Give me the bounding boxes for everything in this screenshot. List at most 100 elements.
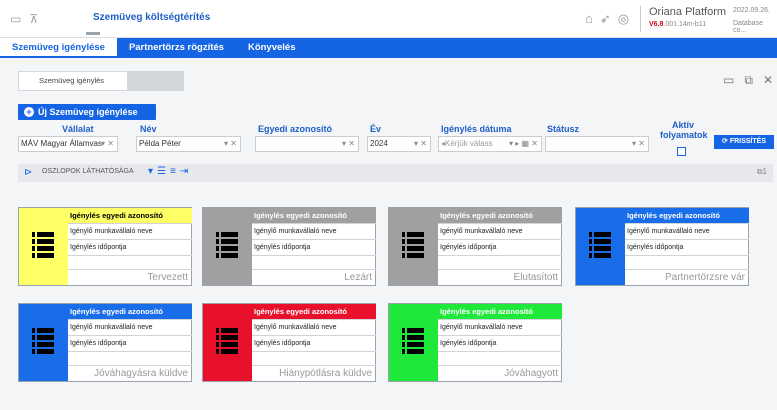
- top-left-icons: ▭ ⊼: [10, 12, 38, 26]
- top-bar: ▭ ⊼ Szemüveg költségtérítés ⌂ ➶ ◎ Oriana…: [0, 0, 777, 38]
- vallalat-select[interactable]: MÁV Magyar Államvas ▾ ✕: [18, 136, 118, 152]
- card-color-panel: [389, 304, 438, 381]
- refresh-label: FRISSÍTÉS: [729, 138, 766, 145]
- card-status: Tervezett: [68, 269, 192, 285]
- new-request-button[interactable]: + Új Szemüveg igénylése: [18, 104, 156, 120]
- copy-count-value: 1: [762, 167, 767, 176]
- card-employee-name: Igénylő munkavállaló neve: [625, 223, 749, 239]
- card-id-header: Igénylés egyedi azonosító: [438, 304, 562, 319]
- refresh-button[interactable]: ⟳ FRISSÍTÉS: [714, 135, 774, 149]
- title-underline: [86, 32, 100, 35]
- dropdown-icon[interactable]: ▾: [148, 166, 153, 177]
- ev-value: 2024: [370, 139, 388, 148]
- columns-visibility-bar: ⊳ OSZLOPOK LÁTHATÓSÁGA ▾ ☰ ≡ ⇥ ⧉1: [18, 164, 773, 182]
- tab-szemuveg-igenyles[interactable]: Szemüveg igénylés: [18, 71, 128, 91]
- nav-item-partnertorzs[interactable]: Partnertörzs rögzítés: [117, 38, 236, 58]
- divider: [640, 6, 641, 32]
- card-request-time: Igénylés időpontja: [252, 335, 376, 351]
- card-status: Hiánypótlásra küldve: [252, 365, 376, 381]
- list-icon: [402, 328, 424, 354]
- tab-strip: Szemüveg igénylés ▭ ⧉ ✕: [18, 71, 773, 91]
- statusz-arrow-icon: ▾ ✕: [632, 139, 645, 148]
- nev-select[interactable]: Példa Péter ▾ ✕: [136, 136, 241, 152]
- fit-columns-icon[interactable]: ⇥: [180, 166, 188, 177]
- window-icon[interactable]: ▭: [10, 12, 21, 26]
- datum-calendar-icon: ▾ ▸ ▦ ✕: [509, 139, 538, 148]
- card-status: Partnertörzsre vár: [625, 269, 749, 285]
- open-external-icon[interactable]: ⧉: [744, 73, 753, 88]
- send-icon[interactable]: ➶: [600, 11, 611, 27]
- vallalat-value: MÁV Magyar Államvas: [21, 139, 102, 148]
- filter-label-azonosito: Egyedi azonosító: [258, 124, 333, 134]
- nav-item-szemuveg-igenylese[interactable]: Szemüveg igénylése: [0, 38, 117, 58]
- version-text: V6.8.001.14m-b11: [649, 21, 706, 28]
- status-card[interactable]: Igénylés egyedi azonosító Igénylő munkavá…: [18, 303, 192, 382]
- list-icon: [402, 232, 424, 258]
- date-text: 2022.09.26.: [733, 7, 770, 14]
- platform-name: Oriana Platform: [649, 6, 727, 18]
- tab-tools: ▭ ⧉ ✕: [723, 73, 773, 88]
- list-icon[interactable]: ≡: [170, 166, 176, 177]
- list-icon: [32, 232, 54, 258]
- card-id-header: Igénylés egyedi azonosító: [252, 304, 376, 319]
- filter-label-statusz: Státusz: [547, 124, 580, 134]
- vallalat-arrow-icon: ▾ ✕: [101, 139, 114, 148]
- card-request-time: Igénylés időpontja: [68, 239, 192, 255]
- card-empty-row: [252, 351, 376, 365]
- card-color-panel: [19, 208, 68, 285]
- status-card[interactable]: Igénylés egyedi azonosító Igénylő munkavá…: [202, 207, 376, 286]
- home-icon[interactable]: ⌂: [585, 11, 593, 27]
- list-icon: [32, 328, 54, 354]
- card-color-panel: [389, 208, 438, 285]
- filter-label-datum: Igénylés dátuma: [441, 124, 512, 134]
- card-request-time: Igénylés időpontja: [438, 335, 562, 351]
- filter-label-vallalat: Vállalat: [62, 124, 94, 134]
- card-color-panel: [576, 208, 625, 285]
- card-status: Elutasított: [438, 269, 562, 285]
- card-employee-name: Igénylő munkavállaló neve: [68, 223, 192, 239]
- pin-icon[interactable]: ⊼: [29, 12, 38, 26]
- list-bullets-icon[interactable]: ☰: [157, 166, 166, 177]
- card-employee-name: Igénylő munkavállaló neve: [252, 223, 376, 239]
- card-empty-row: [438, 351, 562, 365]
- minimize-icon[interactable]: ▭: [723, 73, 734, 88]
- card-request-time: Igénylés időpontja: [68, 335, 192, 351]
- filter-label-ev: Év: [370, 124, 382, 134]
- app-title: Szemüveg költségtérítés: [93, 12, 211, 23]
- columns-visibility-label[interactable]: OSZLOPOK LÁTHATÓSÁGA: [42, 168, 134, 175]
- card-empty-row: [625, 255, 749, 269]
- list-icon: [216, 232, 238, 258]
- card-empty-row: [68, 351, 192, 365]
- card-empty-row: [438, 255, 562, 269]
- user-icon[interactable]: ◎: [618, 11, 629, 27]
- datum-picker[interactable]: ◂Kérjük válass ▾ ▸ ▦ ✕: [438, 136, 542, 152]
- statusz-select[interactable]: ▾ ✕: [545, 136, 649, 152]
- status-card[interactable]: Igénylés egyedi azonosító Igénylő munkavá…: [388, 207, 562, 286]
- nev-value: Példa Péter: [139, 139, 181, 148]
- ev-arrow-icon: ▾ ✕: [414, 139, 427, 148]
- status-card[interactable]: Igénylés egyedi azonosító Igénylő munkavá…: [388, 303, 562, 382]
- list-icon: [216, 328, 238, 354]
- status-card[interactable]: Igénylés egyedi azonosító Igénylő munkavá…: [18, 207, 192, 286]
- card-status: Jóváhagyott: [438, 365, 562, 381]
- status-card[interactable]: Igénylés egyedi azonosító Igénylő munkavá…: [575, 207, 749, 286]
- card-employee-name: Igénylő munkavállaló neve: [252, 319, 376, 335]
- close-icon[interactable]: ✕: [763, 73, 773, 88]
- card-color-panel: [19, 304, 68, 381]
- ev-select[interactable]: 2024 ▾ ✕: [367, 136, 431, 152]
- card-color-panel: [203, 304, 252, 381]
- plus-icon: +: [24, 107, 34, 117]
- main-nav: Szemüveg igénylése Partnertörzs rögzítés…: [0, 38, 777, 58]
- version-rest: .001.14m-b11: [663, 21, 707, 28]
- status-card[interactable]: Igénylés egyedi azonosító Igénylő munkavá…: [202, 303, 376, 382]
- columns-icon[interactable]: ⊳: [24, 167, 32, 178]
- aktiv-checkbox[interactable]: [677, 147, 686, 156]
- azonosito-select[interactable]: ▾ ✕: [255, 136, 359, 152]
- filter-label-nev: Név: [140, 124, 157, 134]
- copy-count[interactable]: ⧉1: [757, 167, 767, 177]
- column-tools: ▾ ☰ ≡ ⇥: [148, 166, 188, 177]
- card-status: Lezárt: [252, 269, 376, 285]
- azonosito-arrow-icon: ▾ ✕: [342, 139, 355, 148]
- nav-item-konyveles[interactable]: Könyvelés: [236, 38, 308, 58]
- new-request-label: Új Szemüveg igénylése: [38, 107, 138, 117]
